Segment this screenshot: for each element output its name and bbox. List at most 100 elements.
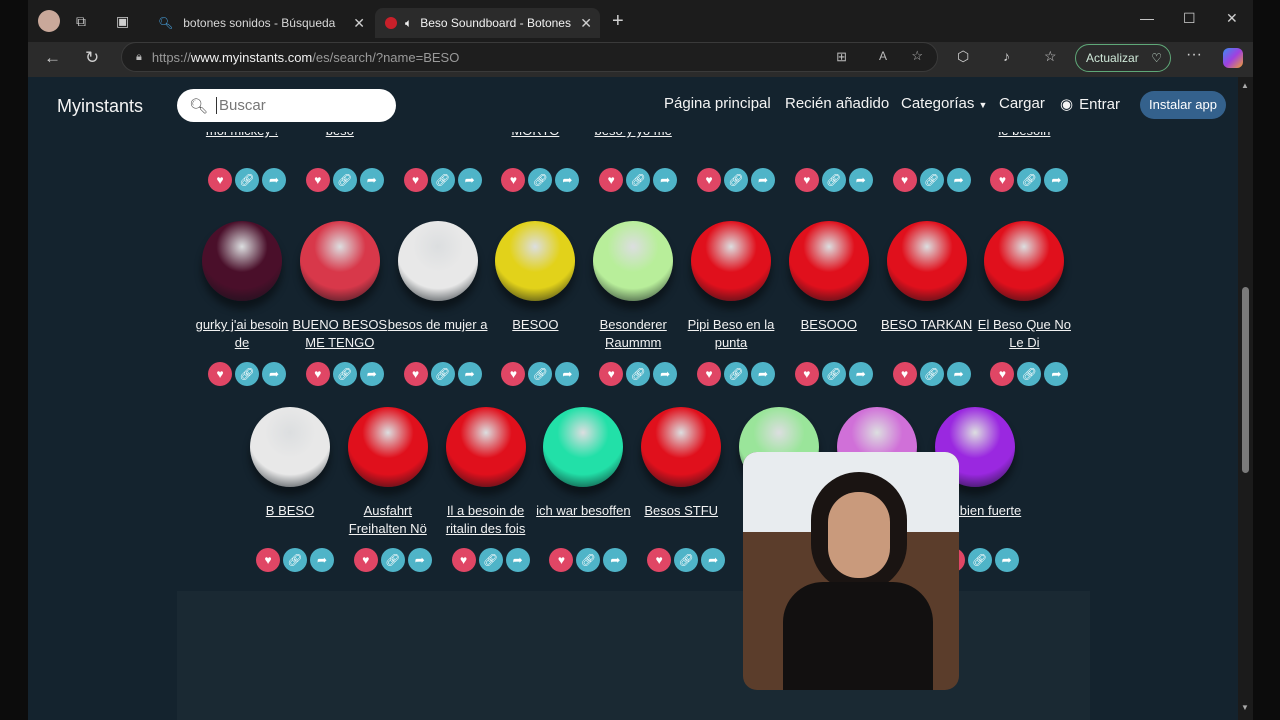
app-available-icon[interactable]: ⊞ [836, 49, 847, 65]
copy-link-icon[interactable]: 🔗︎ [821, 168, 846, 192]
sound-label[interactable]: Besos STFU [629, 502, 733, 520]
sound-play-button[interactable] [593, 221, 674, 301]
performance-icon[interactable]: ♪ [1003, 48, 1010, 64]
sound-play-button[interactable] [445, 407, 526, 487]
share-arrow-icon[interactable]: ➦ [555, 362, 580, 386]
favorite-heart-icon[interactable]: ♥ [794, 168, 819, 192]
favorite-heart-icon[interactable]: ♥ [990, 168, 1015, 192]
close-window-icon[interactable]: ✕ [1226, 10, 1238, 27]
share-arrow-icon[interactable]: ➦ [457, 168, 482, 192]
scroll-up-icon[interactable]: ▲ [1241, 81, 1249, 90]
sound-label[interactable]: Ausfahrt Freihalten Nö [336, 502, 440, 538]
sound-label[interactable]: Il a besoin de ritalin des fois [434, 502, 538, 538]
favorite-heart-icon[interactable]: ♥ [208, 362, 232, 386]
favorite-heart-icon[interactable]: ♥ [208, 168, 232, 192]
sound-label[interactable]: ich war besoffen [531, 502, 635, 520]
favorite-heart-icon[interactable]: ♥ [892, 168, 917, 192]
favorite-heart-icon[interactable]: ♥ [403, 168, 428, 192]
favorite-heart-icon[interactable]: ♥ [256, 548, 280, 572]
copy-link-icon[interactable]: 🔗︎ [724, 362, 748, 386]
sound-play-button[interactable] [641, 407, 722, 487]
sound-label[interactable]: besos de mujer a [386, 316, 490, 334]
share-arrow-icon[interactable]: ➦ [653, 362, 678, 386]
back-icon[interactable]: ← [44, 48, 61, 68]
nav-home[interactable]: Página principal [664, 95, 771, 112]
favorite-heart-icon[interactable]: ♥ [990, 362, 1015, 386]
scrollbar[interactable]: ▲ ▼ [1238, 77, 1253, 720]
copy-link-icon[interactable]: 🔗︎ [626, 168, 651, 192]
favorite-heart-icon[interactable]: ♥ [305, 168, 330, 192]
scroll-down-icon[interactable]: ▼ [1241, 703, 1249, 712]
share-arrow-icon[interactable]: ➦ [653, 168, 678, 192]
tab-search[interactable]: 🔍︎ botones sonidos - Búsqueda ✕ [148, 8, 373, 38]
tab-myinstants[interactable]: 🔈︎ Beso Soundboard - Botones ✕ [375, 8, 600, 38]
copy-link-icon[interactable]: 🔗︎ [1017, 362, 1042, 386]
favorites-icon[interactable]: ☆ [1044, 48, 1057, 65]
close-tab-icon[interactable]: ✕ [353, 15, 365, 32]
sound-play-button[interactable] [495, 221, 576, 301]
copy-link-icon[interactable]: 🔗︎ [283, 548, 307, 572]
favorite-heart-icon[interactable]: ♥ [599, 168, 624, 192]
vertical-tabs-icon[interactable]: ▣ [116, 13, 129, 30]
refresh-icon[interactable]: ↻ [85, 48, 99, 68]
copy-link-icon[interactable]: 🔗︎ [430, 362, 455, 386]
copilot-icon[interactable] [1223, 48, 1243, 68]
copy-link-icon[interactable]: 🔗︎ [478, 548, 503, 572]
copy-link-icon[interactable]: 🔗︎ [919, 168, 944, 192]
site-brand[interactable]: Myinstants [57, 96, 143, 117]
share-arrow-icon[interactable]: ➦ [505, 548, 530, 572]
sound-play-button[interactable] [347, 407, 428, 487]
share-arrow-icon[interactable]: ➦ [751, 168, 775, 192]
audio-playing-icon[interactable]: 🔈︎ [405, 16, 412, 31]
extensions-icon[interactable]: ⬡ [957, 48, 969, 65]
search-input[interactable]: 🔍︎ Buscar [177, 89, 396, 122]
copy-link-icon[interactable]: 🔗︎ [626, 362, 651, 386]
copy-link-icon[interactable]: 🔗︎ [528, 362, 553, 386]
share-arrow-icon[interactable]: ➦ [457, 362, 482, 386]
favorite-heart-icon[interactable]: ♥ [647, 548, 672, 572]
copy-link-icon[interactable]: 🔗︎ [821, 362, 846, 386]
copy-link-icon[interactable]: 🔗︎ [235, 168, 259, 192]
more-options-icon[interactable]: ··· [1186, 46, 1202, 64]
copy-link-icon[interactable]: 🔗︎ [967, 548, 992, 572]
sound-label[interactable]: BUENO BESOS ME TENGO [288, 316, 392, 352]
share-arrow-icon[interactable]: ➦ [359, 362, 384, 386]
favorite-heart-icon[interactable]: ♥ [697, 168, 721, 192]
copy-link-icon[interactable]: 🔗︎ [430, 168, 455, 192]
sound-play-button[interactable] [397, 221, 478, 301]
favorite-star-icon[interactable]: ☆ [911, 48, 923, 64]
profile-avatar[interactable] [38, 10, 60, 32]
copy-link-icon[interactable]: 🔗︎ [332, 362, 357, 386]
nav-categories[interactable]: Categorías ▼ [901, 95, 987, 112]
favorite-heart-icon[interactable]: ♥ [353, 548, 378, 572]
share-arrow-icon[interactable]: ➦ [407, 548, 432, 572]
copy-link-icon[interactable]: 🔗︎ [724, 168, 748, 192]
scrollbar-thumb[interactable] [1242, 287, 1249, 473]
copy-link-icon[interactable]: 🔗︎ [1017, 168, 1042, 192]
copy-link-icon[interactable]: 🔗︎ [528, 168, 553, 192]
copy-link-icon[interactable]: 🔗︎ [919, 362, 944, 386]
share-arrow-icon[interactable]: ➦ [603, 548, 628, 572]
close-tab-icon[interactable]: ✕ [580, 15, 592, 32]
favorite-heart-icon[interactable]: ♥ [403, 362, 428, 386]
share-arrow-icon[interactable]: ➦ [262, 168, 286, 192]
share-arrow-icon[interactable]: ➦ [994, 548, 1019, 572]
share-arrow-icon[interactable]: ➦ [555, 168, 580, 192]
share-arrow-icon[interactable]: ➦ [1044, 168, 1069, 192]
sound-play-button[interactable] [788, 221, 869, 301]
sound-label[interactable]: B BESO [238, 502, 342, 520]
nav-login[interactable]: ◉ Entrar [1060, 95, 1120, 113]
nav-recent[interactable]: Recién añadido [785, 95, 889, 112]
copy-link-icon[interactable]: 🔗︎ [576, 548, 601, 572]
favorite-heart-icon[interactable]: ♥ [549, 548, 574, 572]
nav-upload[interactable]: Cargar [999, 95, 1045, 112]
favorite-heart-icon[interactable]: ♥ [892, 362, 917, 386]
sound-label[interactable]: Pipi Beso en la punta [679, 316, 783, 352]
share-arrow-icon[interactable]: ➦ [1044, 362, 1069, 386]
favorite-heart-icon[interactable]: ♥ [794, 362, 819, 386]
sound-play-button[interactable] [202, 221, 282, 301]
sound-play-button[interactable] [984, 221, 1065, 301]
favorite-heart-icon[interactable]: ♥ [501, 168, 526, 192]
install-app-button[interactable]: Instalar app [1140, 91, 1226, 119]
favorite-heart-icon[interactable]: ♥ [451, 548, 476, 572]
